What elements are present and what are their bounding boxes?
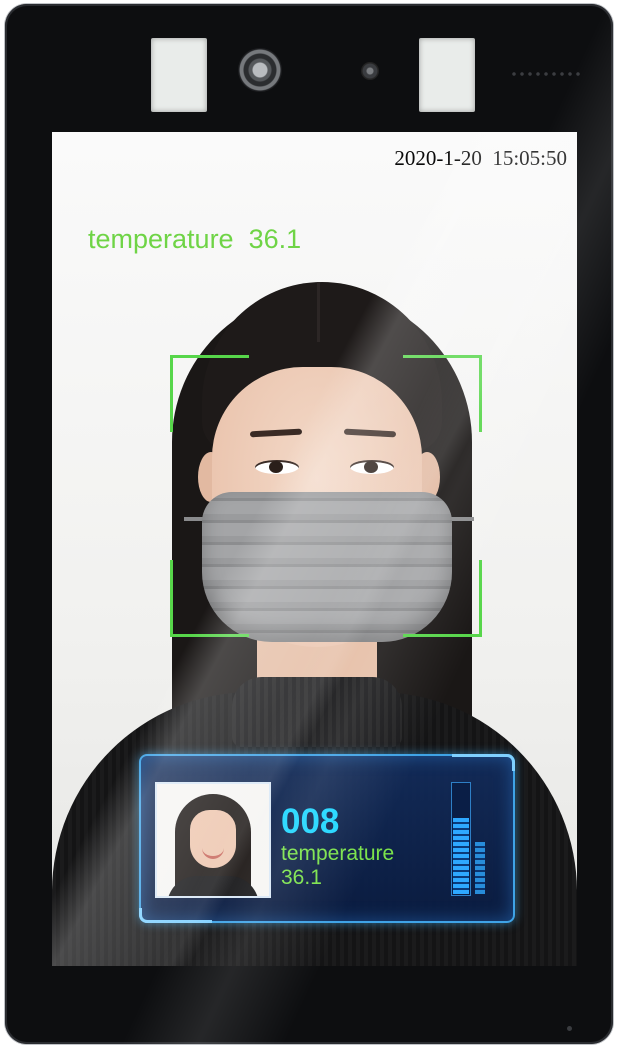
temperature-level-fill [453, 817, 469, 894]
face-detection-frame [170, 355, 482, 637]
frame-corner-top-left [170, 355, 249, 432]
card-temperature-label: temperature [281, 842, 395, 865]
frame-corner-bottom-right [403, 560, 482, 637]
ir-sensor-icon [361, 62, 379, 80]
recognition-result-card: 008 temperature 36.1 [139, 754, 515, 923]
datetime-display: 2020-1-20 15:05:50 [394, 146, 567, 170]
frame-corner-bottom-left [170, 560, 249, 637]
temperature-level-bar [451, 782, 471, 896]
frame-corner-top-right [403, 355, 482, 432]
camera-icon [238, 48, 282, 92]
left-sensor-window [151, 38, 207, 112]
display-screen: 2020-1-20 15:05:50 temperature 36.1 008 … [52, 132, 577, 966]
face-recognition-terminal: 2020-1-20 15:05:50 temperature 36.1 008 … [5, 4, 613, 1044]
secondary-level-bar [475, 842, 485, 894]
speaker-grille-icon [510, 70, 580, 78]
temperature-value: 36.1 [248, 224, 302, 254]
card-temperature-value: 36.1 [281, 866, 322, 889]
registered-photo [155, 782, 271, 898]
right-sensor-window [419, 38, 475, 112]
status-led [567, 1026, 572, 1031]
temperature-readout: temperature 36.1 [88, 224, 301, 255]
temperature-label: temperature [88, 224, 234, 254]
person-id: 008 [281, 802, 340, 841]
